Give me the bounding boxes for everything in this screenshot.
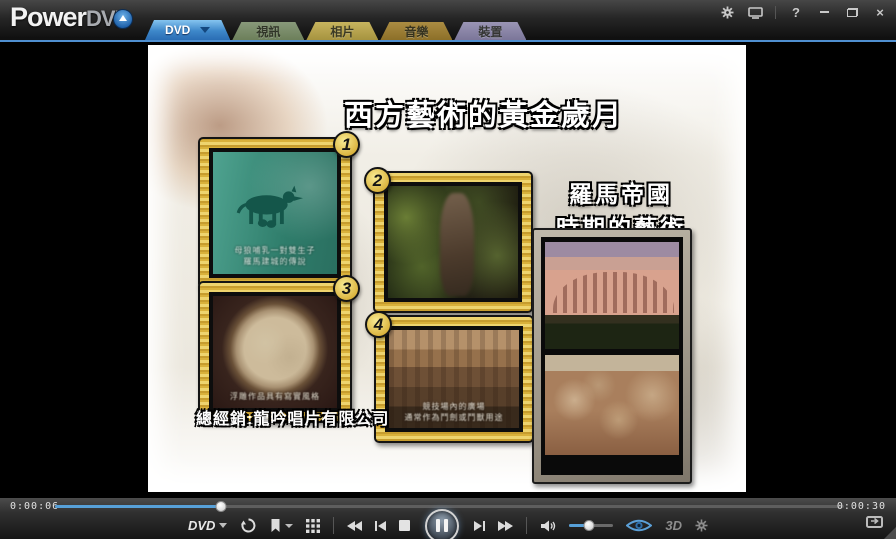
tab-dvd[interactable]: DVD [145,20,230,40]
chapter-3-caption: 浮雕作品具有寫實風格 [213,391,337,402]
video-stage: 西方藝術的黃金歲月 羅馬帝國 時期的藝術 1 [0,44,896,497]
chapter-2-thumbnail[interactable]: 2 [373,171,533,313]
collage-inner-frame [541,237,683,475]
pause-icon [436,519,440,532]
truetheater-eye-icon[interactable] [626,518,652,533]
chapter-1-caption-line1: 母狼哺乳一對雙生子 [213,245,337,256]
tab-video-label: 視訊 [256,23,280,40]
playback-control-bar: 0:00:06 0:00:30 DVD [0,497,896,539]
colosseum-exterior-image [545,242,679,349]
logo-power: Power [10,2,86,32]
minimize-button[interactable] [816,5,832,19]
battle-painting-image [545,355,679,455]
volume-slider[interactable] [569,524,613,527]
chapter-1-caption-line2: 羅馬建城的傳說 [213,256,337,267]
3d-label: 3D [665,518,682,533]
window-controls: ? × [719,5,888,19]
display-switch-icon[interactable] [864,514,884,529]
media-tab-bar: DVD 視訊 相片 音樂 裝置 [145,20,528,40]
chapter-1-number: 1 [333,131,360,158]
controls-divider [333,517,334,534]
tab-music[interactable]: 音樂 [380,22,452,40]
next-chapter-button[interactable] [474,521,485,531]
transport-controls: DVD [0,511,896,539]
dvd-menu-video[interactable]: 西方藝術的黃金歲月 羅馬帝國 時期的藝術 1 [148,45,746,492]
up-arrow-icon [119,15,127,21]
controls-divider [526,517,527,534]
tab-music-label: 音樂 [404,23,428,40]
chapter-4-image: 競技場內的廣場 通常作為鬥劍或鬥獸用途 [385,326,523,432]
title-bar: PowerDVD DVD 視訊 相片 音樂 裝置 [0,0,896,42]
chapter-4-number: 4 [365,311,392,338]
tab-photo-label: 相片 [330,23,354,40]
settings-gear-icon[interactable] [719,5,735,19]
tab-dvd-label: DVD [165,23,190,37]
app-logo: PowerDVD [10,2,129,33]
close-button[interactable]: × [872,5,888,19]
chapter-1-image: 母狼哺乳一對雙生子 羅馬建城的傳說 [209,148,341,278]
bookmark-icon[interactable] [270,518,293,533]
tab-device-label: 裝置 [478,23,502,40]
stop-button[interactable] [399,520,410,531]
resize-grip[interactable] [884,527,896,539]
mute-speaker-icon[interactable] [540,519,556,533]
powerdvd-window: PowerDVD DVD 視訊 相片 音樂 裝置 [0,0,896,539]
chapter-3-thumbnail[interactable]: 3 浮雕作品具有寫實風格 [198,281,352,423]
chapter-4-thumbnail[interactable]: 4 競技場內的廣場 通常作為鬥劍或鬥獸用途 [374,315,534,443]
upgrade-button[interactable] [113,9,133,29]
volume-handle[interactable] [584,520,595,531]
chapter-2-image [384,182,522,302]
chevron-down-icon [219,523,227,528]
chevron-down-icon [200,27,210,33]
fast-forward-button[interactable] [498,521,513,531]
3d-settings-gear-icon[interactable] [695,519,708,532]
3d-mode-button[interactable]: 3D [665,518,682,533]
chapter-3-image: 浮雕作品具有寫實風格 [209,292,341,412]
tab-device[interactable]: 裝置 [454,22,526,40]
source-select-button[interactable]: DVD [188,518,227,533]
chapter-1-thumbnail[interactable]: 1 [198,137,352,289]
chapter-2-number: 2 [364,167,391,194]
rewind-button[interactable] [347,521,362,531]
seek-bar[interactable] [55,505,844,508]
menu-grid-icon[interactable] [306,519,320,533]
source-select-label: DVD [188,518,215,533]
tv-mode-icon[interactable] [747,5,763,19]
pause-button[interactable] [425,509,459,539]
repeat-icon[interactable] [240,517,257,534]
help-button[interactable]: ? [788,5,804,19]
chapter-4-caption-line2: 通常作為鬥劍或鬥獸用途 [389,412,519,423]
right-collage-panel [532,228,692,484]
tab-photo[interactable]: 相片 [306,22,378,40]
she-wolf-icon [230,176,307,239]
seek-bar-fill [55,505,221,508]
restore-button[interactable] [844,5,860,19]
dvd-menu-title: 西方藝術的黃金歲月 [344,92,614,134]
chapter-4-caption-line1: 競技場內的廣場 [389,401,519,412]
distributor-text: 總經銷:龍吟唱片有限公司 [196,405,389,429]
previous-chapter-button[interactable] [375,521,386,531]
statue-shape [440,193,474,296]
subtitle-line1: 羅馬帝國 [556,177,686,211]
chapter-3-number: 3 [333,275,360,302]
window-controls-divider [775,6,776,19]
chevron-down-icon [285,524,293,528]
tab-video[interactable]: 視訊 [232,22,304,40]
